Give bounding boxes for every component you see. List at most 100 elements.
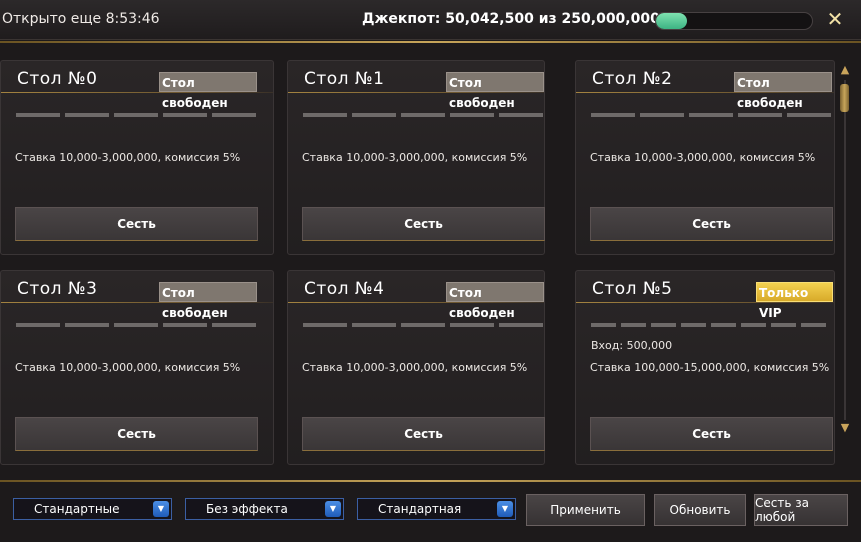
seat-indicator bbox=[787, 113, 831, 117]
filter-select-3-value: Стандартная bbox=[378, 502, 462, 516]
sit-button[interactable]: Сесть bbox=[590, 207, 833, 241]
seat-indicators bbox=[16, 323, 288, 328]
vip-only-badge: Только VIP bbox=[756, 282, 833, 320]
filter-select-2[interactable]: Без эффекта ▼ bbox=[185, 498, 344, 520]
seat-indicator bbox=[401, 323, 445, 327]
seat-indicator bbox=[450, 323, 494, 327]
table-card-0: Стол №0 Стол свободен Ставка 10,000-3,00… bbox=[0, 60, 274, 255]
header-bar: Открыто еще 8:53:46 Джекпот: 50,042,500 … bbox=[0, 0, 861, 40]
seat-indicator bbox=[401, 113, 445, 117]
seat-indicator bbox=[16, 113, 60, 117]
table-status-badge: Стол свободен bbox=[159, 282, 257, 320]
jackpot-progress-fill bbox=[656, 13, 688, 29]
seat-indicator bbox=[591, 323, 616, 327]
table-divider bbox=[576, 302, 834, 303]
table-stake: Ставка 10,000-3,000,000, комиссия 5% bbox=[302, 361, 528, 374]
filter-select-2-value: Без эффекта bbox=[206, 502, 288, 516]
open-timer: Открыто еще 8:53:46 bbox=[2, 11, 160, 27]
sit-any-button[interactable]: Сесть за любой bbox=[754, 494, 848, 526]
seat-indicator bbox=[65, 113, 109, 117]
table-divider bbox=[576, 92, 834, 93]
table-title: Стол №5 bbox=[592, 279, 673, 299]
table-status-badge: Стол свободен bbox=[446, 72, 544, 110]
sit-button[interactable]: Сесть bbox=[15, 417, 258, 451]
table-status-badge: Стол свободен bbox=[446, 282, 544, 320]
chevron-down-icon[interactable]: ▼ bbox=[497, 501, 513, 517]
seat-indicator bbox=[621, 323, 646, 327]
seat-indicator bbox=[65, 323, 109, 327]
table-title: Стол №2 bbox=[592, 69, 673, 89]
seat-indicator bbox=[212, 113, 256, 117]
close-icon[interactable]: ✕ bbox=[824, 7, 846, 31]
seat-indicator bbox=[114, 113, 158, 117]
table-title: Стол №4 bbox=[304, 279, 385, 299]
table-card-2: Стол №2 Стол свободен Ставка 10,000-3,00… bbox=[575, 60, 835, 255]
sit-button[interactable]: Сесть bbox=[302, 417, 545, 451]
seat-indicator bbox=[352, 113, 396, 117]
table-stake: Ставка 100,000-15,000,000, комиссия 5% bbox=[590, 361, 830, 374]
chevron-up-icon[interactable]: ▲ bbox=[839, 64, 851, 76]
table-card-4: Стол №4 Стол свободен Ставка 10,000-3,00… bbox=[287, 270, 545, 465]
seat-indicator bbox=[711, 323, 736, 327]
filter-select-1[interactable]: Стандартные ▼ bbox=[13, 498, 172, 520]
table-stake: Ставка 10,000-3,000,000, комиссия 5% bbox=[302, 151, 528, 164]
chevron-down-icon[interactable]: ▼ bbox=[153, 501, 169, 517]
table-divider bbox=[1, 302, 273, 303]
scroll-track[interactable] bbox=[844, 80, 846, 420]
jackpot-label: Джекпот: 50,042,500 из 250,000,000 bbox=[362, 11, 660, 27]
seat-indicator bbox=[303, 323, 347, 327]
seat-indicator bbox=[591, 113, 635, 117]
seat-indicator bbox=[741, 323, 766, 327]
sit-button[interactable]: Сесть bbox=[302, 207, 545, 241]
header-divider bbox=[0, 41, 861, 43]
chevron-down-icon[interactable]: ▼ bbox=[325, 501, 341, 517]
seat-indicator bbox=[681, 323, 706, 327]
refresh-button[interactable]: Обновить bbox=[654, 494, 746, 526]
sit-button[interactable]: Сесть bbox=[15, 207, 258, 241]
seat-indicator bbox=[499, 323, 543, 327]
table-divider bbox=[288, 92, 544, 93]
table-card-5: Стол №5 Только VIP Вход: 500,000 Ставка … bbox=[575, 270, 835, 465]
seat-indicator bbox=[801, 323, 826, 327]
table-title: Стол №1 bbox=[304, 69, 385, 89]
filter-select-3[interactable]: Стандартная ▼ bbox=[357, 498, 516, 520]
seat-indicator bbox=[16, 323, 60, 327]
seat-indicators bbox=[303, 323, 559, 328]
jackpot-progress-bar bbox=[655, 12, 813, 30]
seat-indicators bbox=[591, 113, 849, 118]
table-title: Стол №0 bbox=[17, 69, 98, 89]
scroll-thumb[interactable] bbox=[840, 84, 849, 112]
seat-indicator bbox=[689, 113, 733, 117]
seat-indicator bbox=[499, 113, 543, 117]
seat-indicator bbox=[352, 323, 396, 327]
seat-indicator bbox=[114, 323, 158, 327]
table-stake: Ставка 10,000-3,000,000, комиссия 5% bbox=[15, 151, 241, 164]
seat-indicator bbox=[738, 113, 782, 117]
table-status-badge: Стол свободен bbox=[159, 72, 257, 110]
table-card-3: Стол №3 Стол свободен Ставка 10,000-3,00… bbox=[0, 270, 274, 465]
apply-button[interactable]: Применить bbox=[526, 494, 645, 526]
seat-indicator bbox=[651, 323, 676, 327]
chevron-down-icon[interactable]: ▼ bbox=[839, 422, 851, 434]
seat-indicators bbox=[303, 113, 559, 118]
seat-indicator bbox=[163, 323, 207, 327]
sit-button[interactable]: Сесть bbox=[590, 417, 833, 451]
table-stake: Ставка 10,000-3,000,000, комиссия 5% bbox=[15, 361, 241, 374]
seat-indicator bbox=[303, 113, 347, 117]
table-stake: Ставка 10,000-3,000,000, комиссия 5% bbox=[590, 151, 816, 164]
table-entry-fee: Вход: 500,000 bbox=[591, 339, 673, 352]
tables-scrollbar[interactable]: ▲ ▼ bbox=[839, 64, 851, 436]
table-card-1: Стол №1 Стол свободен Ставка 10,000-3,00… bbox=[287, 60, 545, 255]
seat-indicator bbox=[771, 323, 796, 327]
table-status-badge: Стол свободен bbox=[734, 72, 832, 110]
seat-indicators bbox=[591, 323, 849, 328]
table-divider bbox=[1, 92, 273, 93]
seat-indicator bbox=[450, 113, 494, 117]
seat-indicator bbox=[212, 323, 256, 327]
seat-indicator bbox=[640, 113, 684, 117]
filter-select-1-value: Стандартные bbox=[34, 502, 120, 516]
seat-indicator bbox=[163, 113, 207, 117]
table-title: Стол №3 bbox=[17, 279, 98, 299]
table-divider bbox=[288, 302, 544, 303]
seat-indicators bbox=[16, 113, 288, 118]
